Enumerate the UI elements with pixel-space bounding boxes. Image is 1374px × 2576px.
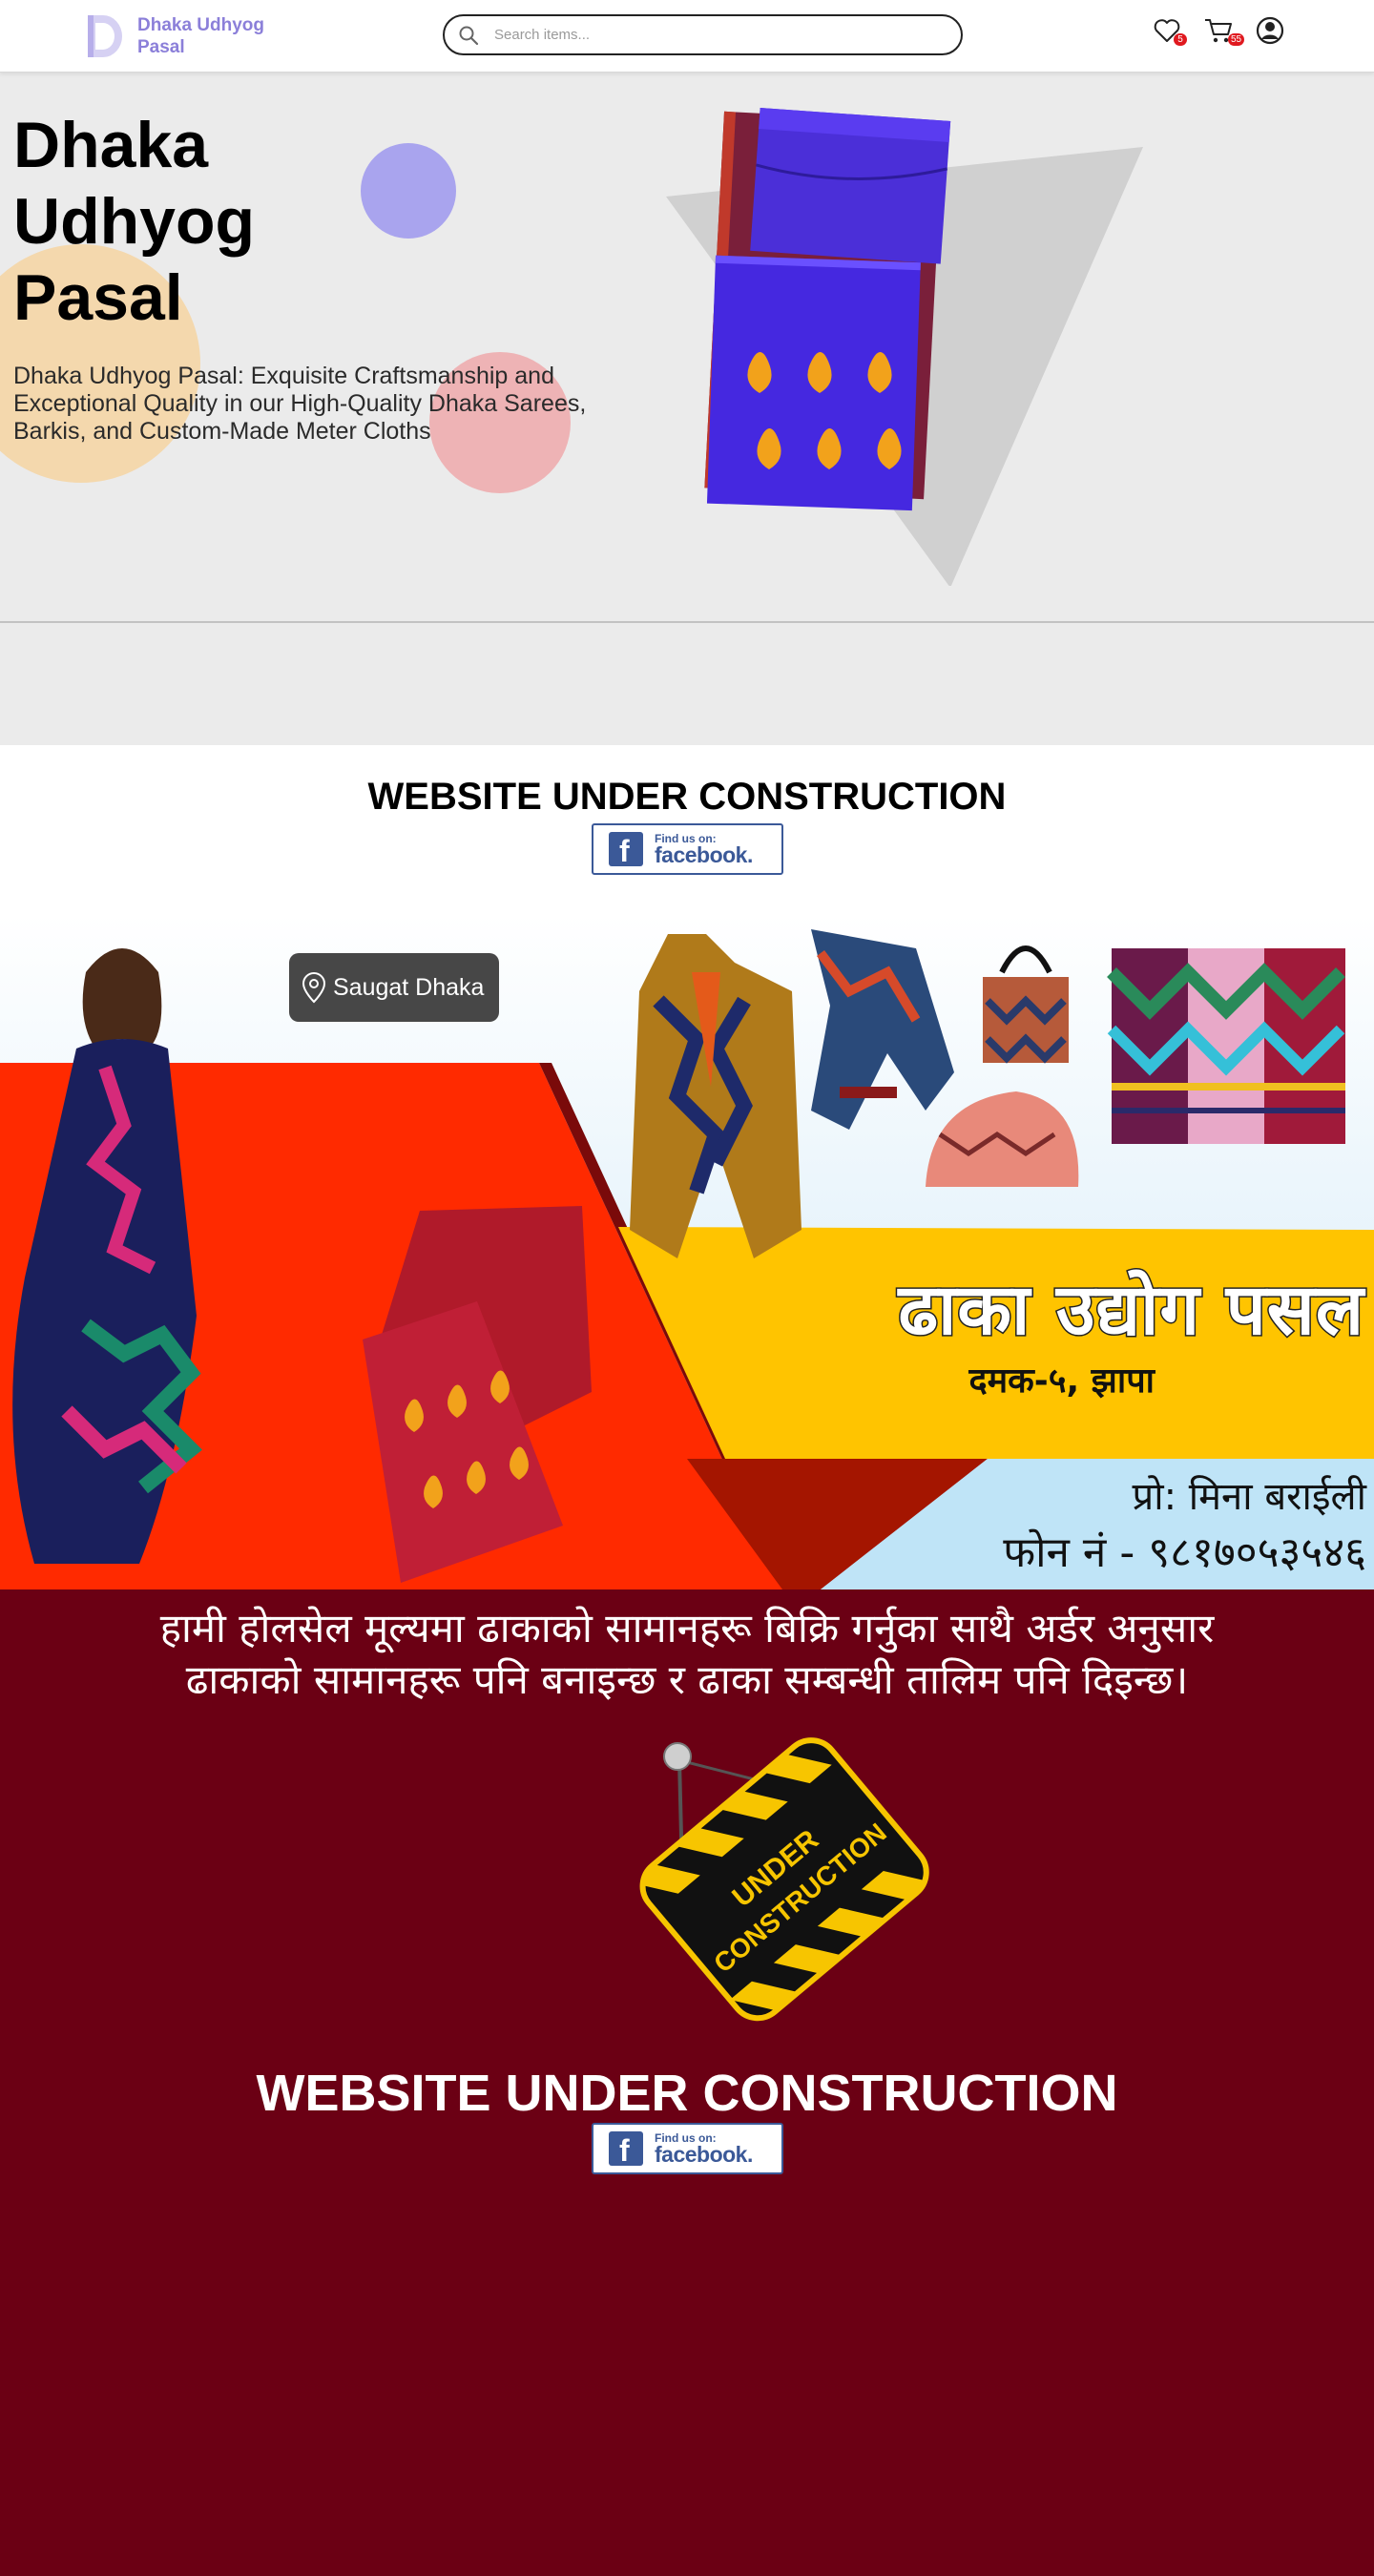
- facebook-big-label: facebook.: [655, 841, 753, 867]
- construction-heading-bottom: WEBSITE UNDER CONSTRUCTION: [256, 2065, 1118, 2122]
- hero-title: Dhaka Udhyog Pasal: [13, 107, 376, 336]
- search-bar[interactable]: [443, 14, 963, 55]
- account-button[interactable]: [1256, 16, 1284, 45]
- hero-saree-image: [666, 108, 1143, 586]
- location-pin-icon: [302, 971, 326, 1004]
- logo-icon: [88, 15, 122, 57]
- hero-title-line1: Dhaka: [13, 109, 209, 181]
- facebook-icon: f: [609, 832, 643, 868]
- cart-button[interactable]: 55: [1203, 16, 1245, 46]
- wholesale-message-line1: हामी होलसेल मूल्यमा ढाकाको सामानहरू बिक्…: [159, 1605, 1215, 1652]
- construction-notice-top: WEBSITE UNDER CONSTRUCTION f Find us on:…: [0, 745, 1374, 915]
- cart-count-badge: 55: [1228, 33, 1245, 46]
- search-icon[interactable]: [458, 25, 479, 46]
- promo-banner: Saugat Dhaka ढाका उद्योग पसल दमक-५, झापा…: [0, 915, 1374, 1589]
- brand-logo[interactable]: Dhaka Udhyog Pasal: [82, 11, 264, 61]
- phone-number: फोन नं - ९८१७०५३५४६: [1003, 1528, 1366, 1577]
- search-input[interactable]: [494, 27, 943, 43]
- facebook-big-label: facebook.: [655, 2141, 753, 2167]
- facebook-icon: f: [609, 2131, 643, 2168]
- construction-heading-top: WEBSITE UNDER CONSTRUCTION: [367, 776, 1007, 818]
- wishlist-button[interactable]: 5: [1153, 16, 1187, 46]
- brand-name-line1: Dhaka Udhyog: [137, 15, 265, 35]
- under-construction-sign: UNDER CONSTRUCTION: [632, 1737, 930, 2022]
- shop-address-nepali: दमक-५, झापा: [968, 1361, 1155, 1401]
- shop-name-nepali: ढाका उद्योग पसल: [897, 1268, 1365, 1353]
- hero-section: Dhaka Udhyog Pasal Dhaka Udhyog Pasal: E…: [0, 73, 1374, 745]
- hero-description: Dhaka Udhyog Pasal: Exquisite Craftsmans…: [13, 363, 587, 445]
- facebook-button-bottom[interactable]: f Find us on: facebook.: [592, 2123, 783, 2174]
- hero-title-line3: Pasal: [13, 261, 183, 334]
- brand-name: Dhaka Udhyog Pasal: [137, 14, 264, 58]
- facebook-button-top[interactable]: f Find us on: facebook.: [592, 823, 783, 875]
- location-button[interactable]: Saugat Dhaka: [289, 953, 499, 1022]
- wholesale-message: हामी होलसेल मूल्यमा ढाकाको सामानहरू बिक्…: [19, 1603, 1355, 1706]
- hero-title-line2: Udhyog: [13, 185, 256, 258]
- wholesale-message-line2: ढाकाको सामानहरू पनि बनाइन्छ र ढाका सम्बन…: [185, 1656, 1189, 1703]
- proprietor-name: प्रो: मिना बराईली: [1132, 1475, 1366, 1519]
- user-icon: [1256, 16, 1284, 45]
- location-label: Saugat Dhaka: [333, 973, 485, 1001]
- wishlist-count-badge: 5: [1174, 33, 1187, 46]
- brand-name-line2: Pasal: [137, 37, 185, 57]
- site-header: Dhaka Udhyog Pasal 5 55: [0, 0, 1374, 73]
- dhaka-shawls: [1107, 948, 1345, 1144]
- hero-divider: [0, 621, 1374, 623]
